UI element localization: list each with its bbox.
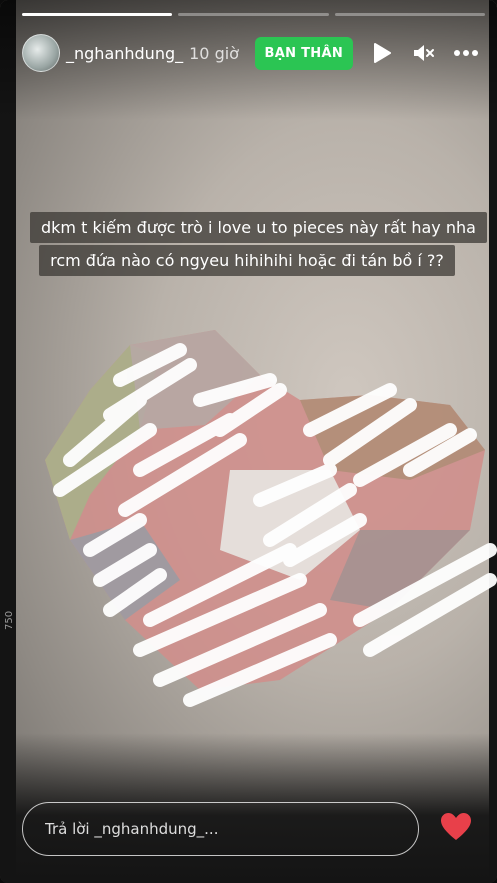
play-icon (374, 43, 391, 63)
avatar[interactable] (22, 34, 60, 72)
progress-segment (22, 13, 173, 16)
mute-icon (414, 45, 434, 61)
reply-input[interactable] (22, 802, 419, 856)
story-caption: dkm t kiếm được trò i love u to pieces n… (30, 212, 487, 278)
post-time: 10 giờ (189, 43, 239, 63)
play-button[interactable] (369, 40, 395, 66)
more-button[interactable] (453, 40, 479, 66)
story-viewer: _nghanhdung_ 10 giờ BẠN THÂN dkm t kiếm … (0, 0, 497, 883)
progress-bar (22, 13, 485, 16)
story-header: _nghanhdung_ 10 giờ BẠN THÂN (22, 33, 479, 73)
caption-line: dkm t kiếm được trò i love u to pieces n… (30, 212, 487, 243)
heart-icon[interactable] (440, 812, 472, 842)
side-label: 750 (4, 610, 15, 630)
progress-segment (334, 13, 485, 16)
puzzle-heart-photo (45, 330, 497, 707)
mute-button[interactable] (411, 40, 437, 66)
caption-line: rcm đứa nào có ngyeu hihihihi hoặc đi tá… (39, 245, 455, 276)
more-icon (454, 50, 478, 56)
close-friends-badge: BẠN THÂN (254, 36, 353, 70)
username[interactable]: _nghanhdung_ (66, 44, 183, 63)
progress-fill (22, 13, 173, 16)
progress-segment (178, 13, 329, 16)
